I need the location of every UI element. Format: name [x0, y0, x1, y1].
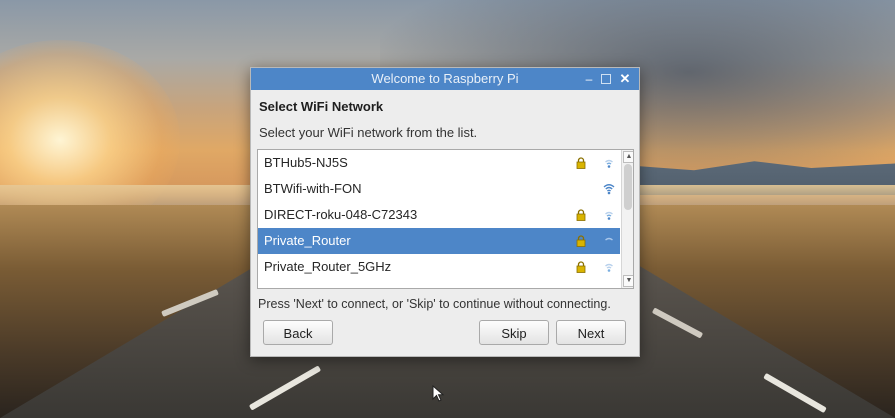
wifi-signal-weak-icon [605, 237, 613, 241]
maximize-icon [601, 74, 611, 84]
minimize-button[interactable]: – [581, 71, 597, 87]
connect-hint: Press 'Next' to connect, or 'Skip' to co… [258, 297, 611, 311]
scroll-up-arrow-icon[interactable]: ▲ [623, 151, 633, 163]
network-name: BTHub5-NJ5S [264, 155, 348, 170]
maximize-button[interactable] [598, 71, 614, 87]
network-row[interactable]: DIRECT-roku-048-C72343 [258, 202, 620, 228]
title-bar[interactable]: Welcome to Raspberry Pi – ✕ [251, 68, 639, 90]
scroll-down-arrow-icon[interactable]: ▼ [623, 275, 633, 287]
wifi-signal-strong-icon [603, 184, 615, 195]
wifi-network-list[interactable]: BTHub5-NJ5S BTWifi-with-FON DIRECT-roku-… [257, 149, 634, 289]
network-name: Private_Router [264, 233, 351, 248]
next-button[interactable]: Next [556, 320, 626, 345]
page-heading: Select WiFi Network [259, 99, 384, 114]
wifi-signal-weak-icon [605, 159, 613, 168]
close-button[interactable]: ✕ [617, 71, 633, 87]
network-name: DIRECT-roku-048-C72343 [264, 207, 418, 222]
mouse-pointer-icon [432, 385, 445, 402]
lock-icon [576, 157, 586, 169]
scroll-thumb[interactable] [624, 164, 632, 210]
welcome-dialog: Welcome to Raspberry Pi – ✕ Select WiFi … [250, 67, 640, 357]
network-name: Private_Router_5GHz [264, 259, 392, 274]
lock-icon [576, 235, 586, 247]
page-instructions: Select your WiFi network from the list. [259, 125, 478, 140]
list-scrollbar[interactable]: ▲ ▼ [621, 150, 633, 288]
back-button[interactable]: Back [263, 320, 333, 345]
network-row[interactable]: Private_Router_5GHz [258, 254, 620, 280]
network-row[interactable]: BTWifi-with-FON [258, 176, 620, 202]
skip-button[interactable]: Skip [479, 320, 549, 345]
lock-icon [576, 209, 586, 221]
wifi-signal-weak-icon [605, 211, 613, 220]
network-row-selected[interactable]: Private_Router [258, 228, 620, 254]
wifi-signal-weak-icon [605, 263, 613, 272]
lock-icon [576, 261, 586, 273]
network-row[interactable]: BTHub5-NJ5S [258, 150, 620, 176]
network-name: BTWifi-with-FON [264, 181, 362, 196]
